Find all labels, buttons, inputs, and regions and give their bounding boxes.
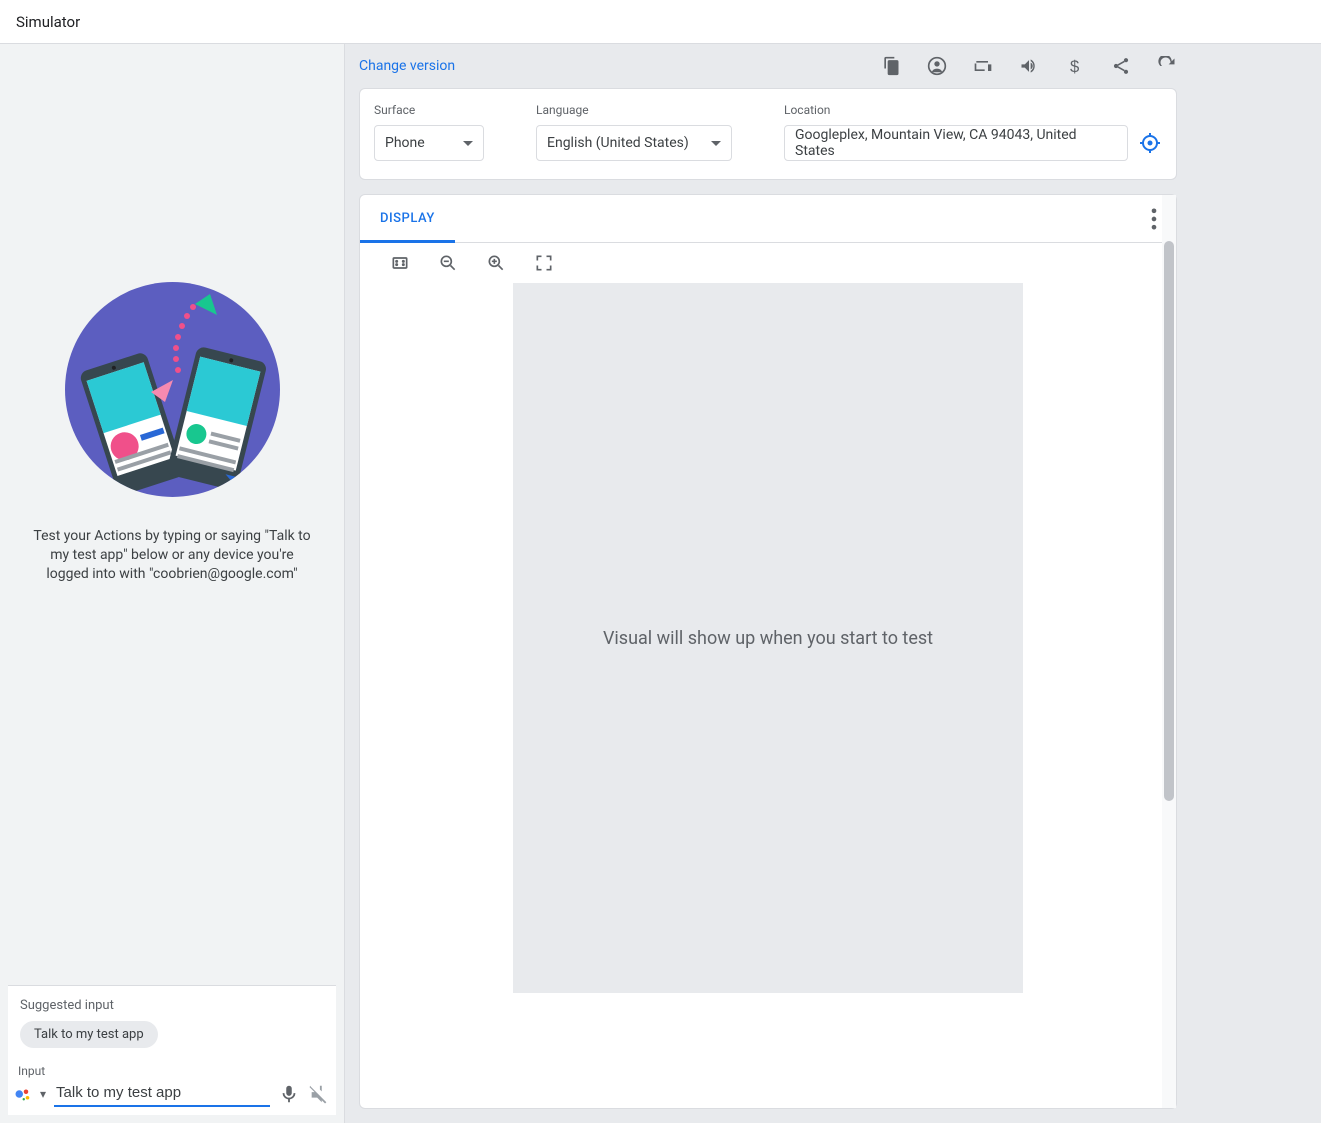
surface-value: Phone (385, 135, 425, 151)
onboarding-text: Test your Actions by typing or saying "T… (32, 527, 312, 584)
suggested-input-section: Suggested input Talk to my test app (8, 985, 336, 1052)
input-mode-dropdown[interactable]: ▾ (40, 1087, 46, 1101)
location-value: Googleplex, Mountain View, CA 94043, Uni… (795, 127, 1117, 159)
simulator-settings: Surface Phone Language English (United S… (359, 88, 1177, 180)
suggestion-chip[interactable]: Talk to my test app (20, 1021, 158, 1048)
zoom-out-icon[interactable] (438, 253, 458, 273)
display-panel: DISPLAY Visual will show up when you sta… (359, 194, 1177, 1109)
query-input[interactable] (54, 1080, 270, 1107)
input-label: Input (18, 1064, 326, 1078)
scrollbar[interactable] (1162, 195, 1176, 1108)
transactions-icon[interactable]: $ (1065, 56, 1085, 76)
svg-text:$: $ (1070, 57, 1079, 76)
assistant-icon[interactable] (14, 1085, 32, 1103)
onboarding-illustration (65, 282, 280, 497)
location-input[interactable]: Googleplex, Mountain View, CA 94043, Uni… (784, 125, 1128, 161)
location-label: Location (784, 103, 1162, 117)
devices-icon[interactable] (973, 56, 993, 76)
share-icon[interactable] (1111, 56, 1131, 76)
language-value: English (United States) (547, 135, 689, 151)
simulator-content: Change version $ Surface Phone Langua (345, 44, 1321, 1123)
audio-icon[interactable] (1019, 56, 1039, 76)
page-title: Simulator (0, 0, 1321, 44)
chevron-down-icon (463, 141, 473, 146)
preview-placeholder: Visual will show up when you start to te… (603, 628, 933, 649)
change-version-link[interactable]: Change version (359, 58, 455, 74)
surface-dropdown[interactable]: Phone (374, 125, 484, 161)
user-icon[interactable] (927, 56, 947, 76)
fullscreen-icon[interactable] (534, 253, 554, 273)
zoom-in-icon[interactable] (486, 253, 506, 273)
chevron-down-icon (711, 141, 721, 146)
copy-icon[interactable] (881, 56, 901, 76)
refresh-icon[interactable] (1157, 56, 1177, 76)
conversation-panel: Test your Actions by typing or saying "T… (0, 44, 345, 1123)
fit-screen-icon[interactable] (390, 253, 410, 273)
device-preview: Visual will show up when you start to te… (513, 283, 1023, 993)
language-label: Language (536, 103, 732, 117)
tab-display[interactable]: DISPLAY (360, 195, 455, 242)
language-dropdown[interactable]: English (United States) (536, 125, 732, 161)
display-toolbar (360, 243, 1176, 283)
surface-label: Surface (374, 103, 484, 117)
suggested-input-label: Suggested input (20, 998, 324, 1013)
my-location-icon[interactable] (1138, 131, 1162, 155)
voice-output-off-icon[interactable] (308, 1083, 330, 1105)
toolbar: $ (881, 56, 1177, 76)
microphone-icon[interactable] (278, 1083, 300, 1105)
